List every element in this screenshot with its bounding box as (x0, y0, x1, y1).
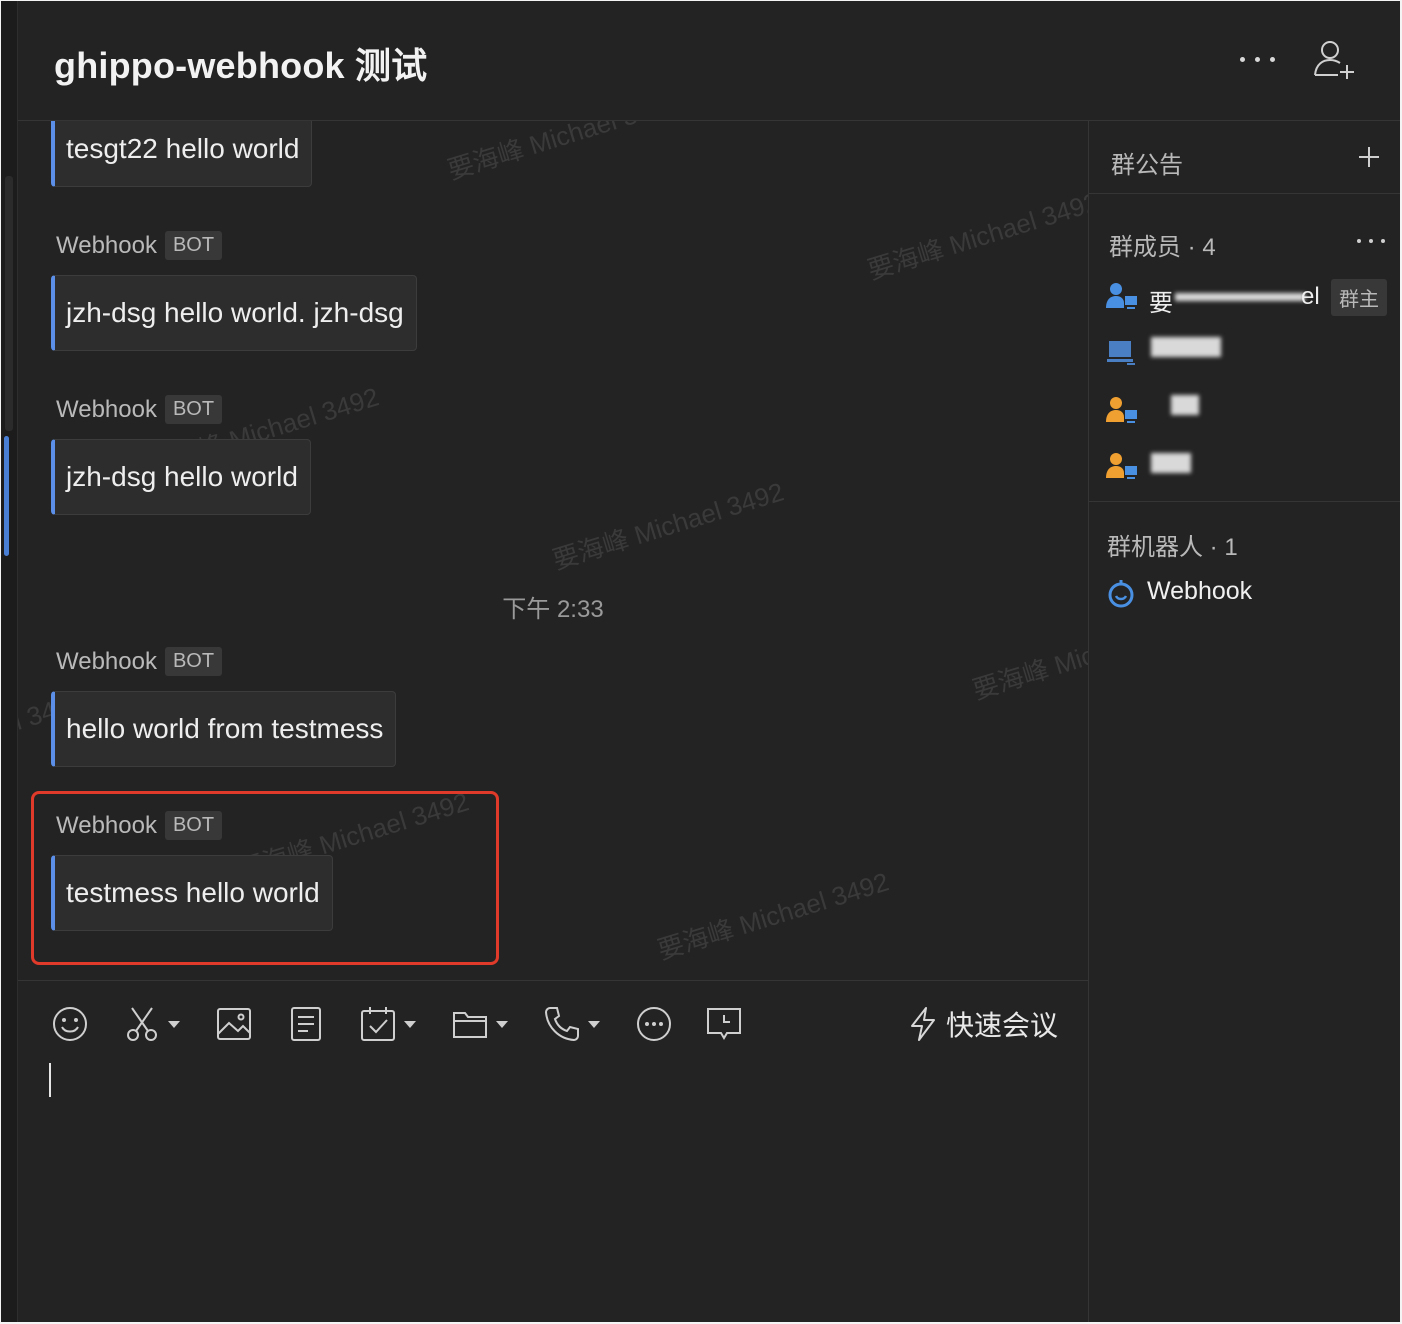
page-title: ghippo-webhook 测试 (54, 45, 428, 86)
lightning-icon (911, 1007, 935, 1041)
file-button[interactable] (450, 1003, 508, 1045)
message-sender[interactable]: Webhook BOT (56, 395, 223, 424)
chevron-down-icon (168, 1020, 180, 1028)
folder-icon (453, 1012, 487, 1038)
dot-icon (1255, 57, 1260, 62)
task-button[interactable] (358, 1003, 416, 1045)
add-notice-button[interactable] (1353, 141, 1385, 173)
left-scroll-strip (1, 1, 18, 1322)
message-text: hello world from testmess (66, 713, 384, 744)
image-icon (217, 1008, 251, 1040)
bot-badge: BOT (164, 231, 223, 260)
more-tools-button[interactable] (634, 1003, 674, 1045)
dot-icon (1270, 57, 1275, 62)
member-name: 要 (1149, 290, 1173, 317)
member-item[interactable] (1105, 447, 1395, 487)
desktop-icon (1107, 341, 1135, 365)
divider (1089, 501, 1400, 502)
message-bubble[interactable]: jzh-dsg hello world (51, 439, 311, 515)
message-text: jzh-dsg hello world (66, 461, 298, 492)
watermark: 要海峰 Michael 3492 (864, 186, 1088, 286)
chevron-down-icon (588, 1020, 600, 1028)
sender-name: Webhook (56, 231, 157, 259)
group-members-label: 群成员 · 4 (1109, 234, 1216, 261)
time-divider: 下午 2:33 (502, 596, 604, 623)
chat-header: ghippo-webhook 测试 (18, 1, 1400, 121)
sender-name: Webhook (56, 395, 157, 423)
redacted-name (1171, 395, 1199, 415)
bot-badge: BOT (164, 395, 223, 424)
members-more-button[interactable] (1355, 229, 1389, 253)
phone-icon (544, 1007, 579, 1042)
document-button[interactable] (286, 1003, 326, 1045)
scrollbar-thumb[interactable] (4, 436, 9, 556)
message-text: testmess hello world (66, 877, 320, 908)
plus-icon (1359, 147, 1379, 167)
member-item[interactable]: 要 el 群主 (1105, 277, 1395, 317)
group-bots-label: 群机器人 · 1 (1107, 534, 1238, 561)
message-bubble[interactable]: hello world from testmess (51, 691, 397, 767)
bot-item-webhook[interactable]: Webhook (1105, 573, 1365, 613)
bot-badge: BOT (164, 811, 223, 840)
user-desktop-icon (1106, 397, 1137, 423)
text-input-cursor[interactable] (49, 1063, 51, 1097)
calendar-check-icon (361, 1007, 395, 1041)
quick-meeting-label: 快速会议 (946, 1010, 1059, 1041)
dot-icon (1369, 239, 1373, 243)
message-list[interactable]: 要海峰 Michael 3492 要海峰 Michael 3492 要海峰 Mi… (18, 121, 1088, 979)
redacted-name (1151, 453, 1191, 473)
watermark: 要海峰 Michael 3492 (654, 866, 893, 966)
quick-meeting-button[interactable]: 快速会议 (908, 1003, 1058, 1045)
document-icon (291, 1007, 321, 1041)
member-name-suffix: el (1301, 283, 1320, 310)
member-item[interactable] (1105, 391, 1395, 431)
sender-name: Webhook (56, 811, 157, 839)
scheduled-message-button[interactable] (704, 1003, 744, 1045)
group-notice-row[interactable]: 群公告 (1089, 121, 1400, 194)
owner-badge: 群主 (1331, 279, 1387, 316)
message-sender[interactable]: Webhook BOT (56, 231, 223, 260)
robot-icon (1108, 580, 1134, 608)
user-desktop-icon (1106, 283, 1137, 309)
sender-name: Webhook (56, 647, 157, 675)
scissors-icon (127, 1007, 157, 1041)
message-text: jzh-dsg hello world. jzh-dsg (66, 297, 404, 328)
message-sender[interactable]: Webhook BOT (56, 647, 223, 676)
chat-window: ghippo-webhook 测试 要海峰 Michael 3492 要海峰 M… (1, 1, 1400, 1322)
emoji-button[interactable] (50, 1003, 90, 1045)
more-options-button[interactable] (1236, 41, 1280, 77)
group-info-sidebar: 群公告 群成员 · 4 要 el 群主 群机器人 · 1 Webhook (1088, 121, 1400, 1322)
chevron-down-icon (496, 1020, 508, 1028)
more-icon (637, 1007, 671, 1041)
message-sender[interactable]: Webhook BOT (56, 811, 223, 840)
add-user-icon (1314, 41, 1354, 79)
message-bubble[interactable]: testmess hello world (51, 855, 333, 931)
bot-name: Webhook (1147, 577, 1253, 605)
dot-icon (1240, 57, 1245, 62)
bot-badge: BOT (164, 647, 223, 676)
redacted-name (1151, 337, 1221, 357)
watermark: 要海峰 Michael 3492 (549, 476, 788, 576)
image-button[interactable] (214, 1003, 254, 1045)
message-bubble[interactable]: tesgt22 hello world (51, 121, 313, 187)
message-bubble[interactable]: jzh-dsg hello world. jzh-dsg (51, 275, 417, 351)
group-notice-label: 群公告 (1111, 152, 1183, 179)
message-clock-icon (707, 1008, 741, 1040)
chevron-down-icon (404, 1020, 416, 1028)
scrollbar-track (5, 176, 13, 431)
watermark: 要海峰 Michael 3492 (444, 121, 683, 186)
message-text: tesgt22 hello world (66, 133, 300, 164)
message-composer: 快速会议 (18, 980, 1088, 1322)
screenshot-button[interactable] (122, 1003, 180, 1045)
user-desktop-icon (1106, 453, 1137, 479)
dot-icon (1357, 239, 1361, 243)
member-item[interactable] (1105, 333, 1395, 373)
call-button[interactable] (542, 1003, 600, 1045)
dot-icon (1381, 239, 1385, 243)
emoji-icon (53, 1007, 87, 1041)
add-member-button[interactable] (1312, 37, 1360, 81)
redacted-name (1175, 293, 1305, 301)
